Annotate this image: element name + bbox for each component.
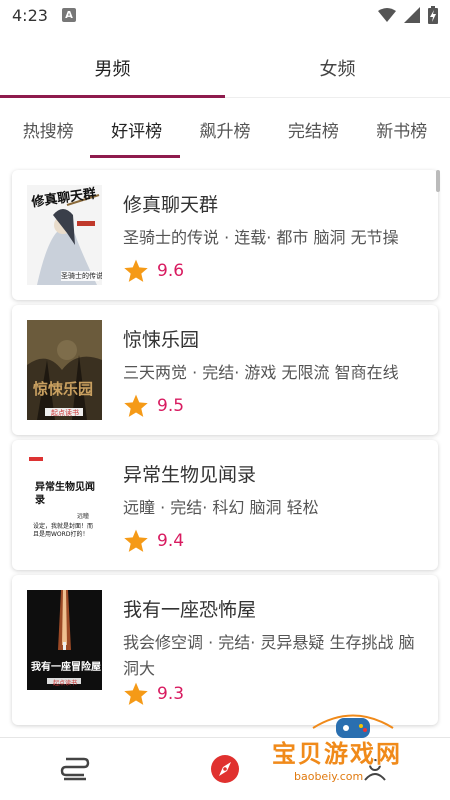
book-card[interactable]: 惊悚乐园 起点读书 惊悚乐园 三天两觉 · 完结· 游戏 无限流 智商在线 9.… <box>12 305 438 435</box>
book-rating: 9.3 <box>123 681 184 707</box>
book-meta: 远瞳 · 完结· 科幻 脑洞 轻松 <box>123 498 319 517</box>
gender-tab-indicator <box>0 95 225 98</box>
cover-publisher: 起点读书 <box>51 409 79 417</box>
book-card[interactable]: 异常生物见闻录 远瞳 设定，我就是封面！而且是用WORD打的！ 异常生物见闻录 … <box>12 440 438 570</box>
star-icon <box>124 394 148 417</box>
compass-icon <box>211 755 239 783</box>
status-time: 4:23 <box>12 5 48 25</box>
cover-title: 异常生物见闻录 <box>35 482 95 506</box>
book-card[interactable]: 修真聊天群 圣骑士的传说 修真聊天群 圣骑士的传说 · 连载· 都市 脑洞 无节… <box>12 170 438 300</box>
book-cover: 惊悚乐园 起点读书 <box>27 320 102 420</box>
rating-value: 9.5 <box>157 396 185 416</box>
star-icon <box>124 682 148 705</box>
cover-title: 惊悚乐园 <box>33 380 94 398</box>
book-rating: 9.6 <box>123 258 184 284</box>
cover-author: 远瞳 <box>77 513 90 520</box>
book-cover: 修真聊天群 圣骑士的传说 <box>27 185 102 285</box>
star-icon <box>124 529 148 552</box>
cover-tagline: 设定，我就是封面！而且是用WORD打的！ <box>33 523 94 538</box>
book-card[interactable]: 我有一座冒险屋 起点读书 我有一座恐怖屋 我会修空调 · 完结· 灵异悬疑 生存… <box>12 575 438 725</box>
bookshelf-icon <box>60 757 90 781</box>
tab-rising[interactable]: 飙升榜 <box>195 117 254 142</box>
book-rating: 9.4 <box>123 528 184 554</box>
cover-author: 圣骑士的传说 <box>61 272 102 280</box>
tab-female[interactable]: 女频 <box>225 38 450 98</box>
book-title: 我有一座恐怖屋 <box>123 599 257 621</box>
gender-tabs: 男频 女频 <box>0 38 450 98</box>
book-meta: 三天两觉 · 完结· 游戏 无限流 智商在线 <box>123 363 399 382</box>
notification-a-icon: A <box>61 8 76 22</box>
book-meta: 我会修空调 · 完结· 灵异悬疑 生存挑战 脑洞大 <box>123 633 415 678</box>
status-icons <box>378 6 438 24</box>
cover-title: 我有一座冒险屋 <box>31 662 101 673</box>
star-icon <box>124 259 148 282</box>
tab-hot-search[interactable]: 热搜榜 <box>19 117 78 142</box>
book-title: 异常生物见闻录 <box>123 464 257 486</box>
scrollbar[interactable] <box>436 170 440 192</box>
tab-male[interactable]: 男频 <box>0 38 225 98</box>
nav-bookshelf[interactable] <box>0 738 150 800</box>
rating-value: 9.4 <box>157 531 185 551</box>
watermark-url: baobeiy.com <box>294 770 364 783</box>
tab-completed[interactable]: 完结榜 <box>284 117 343 142</box>
battery-charging-icon <box>428 6 438 24</box>
tab-top-rated[interactable]: 好评榜 <box>107 117 166 142</box>
signal-icon <box>404 7 420 23</box>
wifi-icon <box>378 8 396 22</box>
book-meta: 圣骑士的传说 · 连载· 都市 脑洞 无节操 <box>123 228 399 247</box>
watermark: 宝贝游戏网 baobeiy.com <box>272 708 432 800</box>
status-bar: 4:23 A <box>0 0 450 30</box>
cover-publisher: 起点读书 <box>53 680 78 687</box>
book-title: 修真聊天群 <box>123 194 219 216</box>
book-rating: 9.5 <box>123 393 184 419</box>
book-list[interactable]: 修真聊天群 圣骑士的传说 修真聊天群 圣骑士的传说 · 连载· 都市 脑洞 无节… <box>0 164 450 734</box>
rank-tab-indicator <box>90 155 180 158</box>
tab-new-books[interactable]: 新书榜 <box>372 117 431 142</box>
watermark-text: 宝贝游戏网 <box>272 740 402 768</box>
rank-tabs: 热搜榜 好评榜 飙升榜 完结榜 新书榜 <box>0 104 450 154</box>
book-cover: 我有一座冒险屋 起点读书 <box>27 590 102 690</box>
book-title: 惊悚乐园 <box>123 329 200 351</box>
rating-value: 9.3 <box>157 684 185 704</box>
rating-value: 9.6 <box>157 261 185 281</box>
book-cover: 异常生物见闻录 远瞳 设定，我就是封面！而且是用WORD打的！ <box>27 455 102 555</box>
